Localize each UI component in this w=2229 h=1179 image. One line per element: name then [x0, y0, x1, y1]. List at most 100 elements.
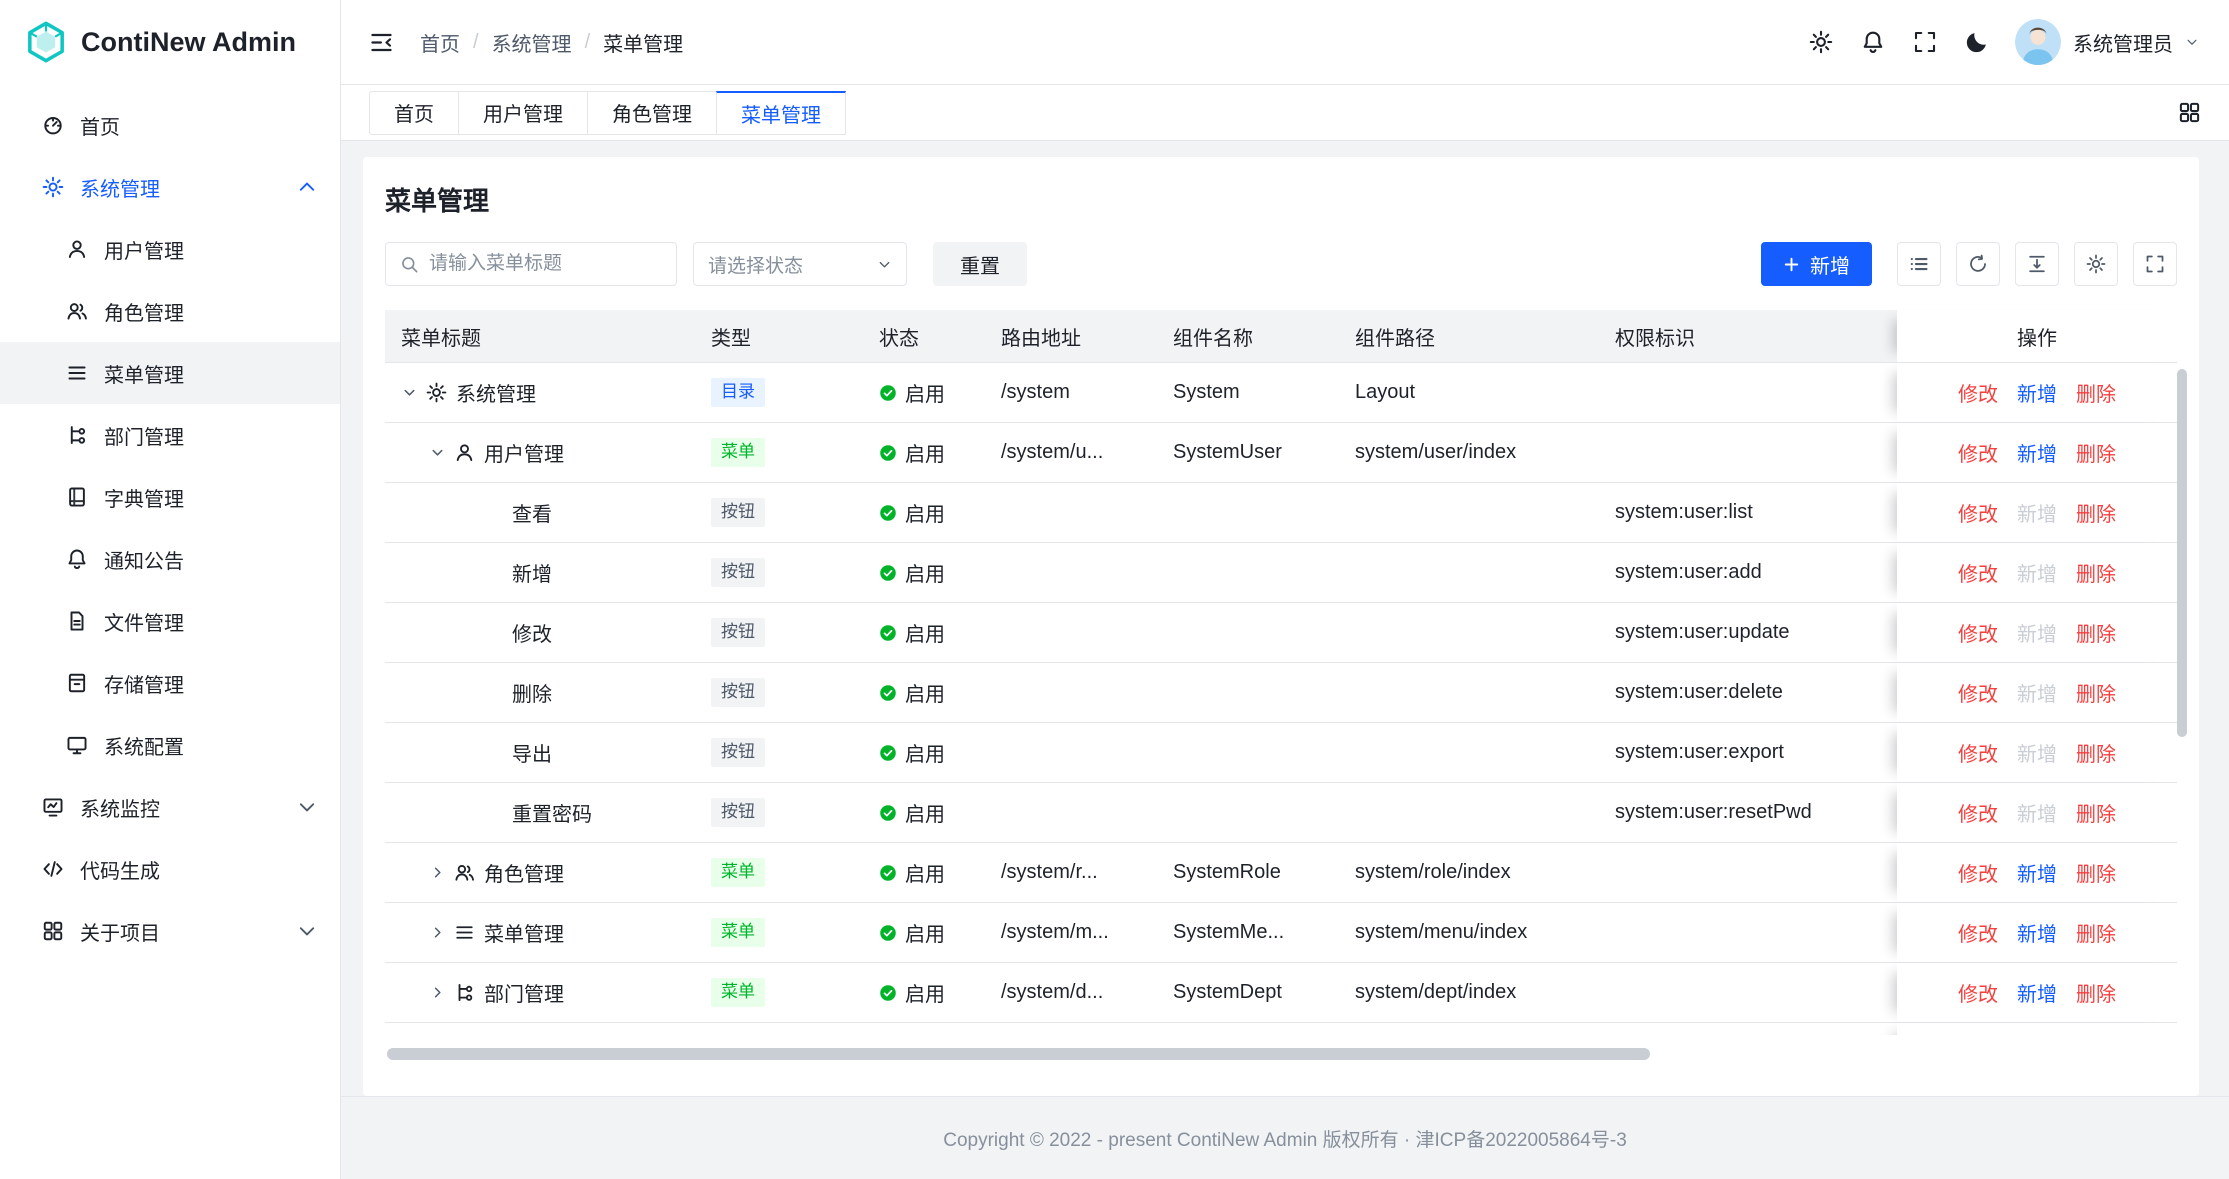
- breadcrumb-item-menu[interactable]: 菜单管理: [603, 28, 683, 57]
- add-link[interactable]: 新增: [2017, 918, 2057, 947]
- tab-role[interactable]: 角色管理: [587, 91, 717, 135]
- edit-link[interactable]: 修改: [1958, 738, 1998, 767]
- sidebar-item-user[interactable]: 用户管理: [0, 218, 340, 280]
- add-link[interactable]: 新增: [2017, 558, 2057, 587]
- edit-link[interactable]: 修改: [1958, 978, 1998, 1007]
- add-button[interactable]: 新增: [1761, 242, 1872, 286]
- component-path-cell: Layout: [1339, 363, 1599, 422]
- fullscreen-icon[interactable]: [1913, 30, 1937, 54]
- main: 首页/系统管理/菜单管理 系统管理员 首页用户管理角色管理菜单管理 菜单管理: [341, 0, 2229, 1179]
- permission-cell: system:user:add: [1599, 543, 1897, 602]
- caret-right-icon[interactable]: [429, 924, 446, 941]
- check-circle-icon: [879, 504, 897, 522]
- edit-link[interactable]: 修改: [1958, 918, 1998, 947]
- menu-title-cell: 菜单管理: [385, 903, 695, 962]
- delete-link[interactable]: 删除: [2076, 438, 2116, 467]
- tab-user[interactable]: 用户管理: [458, 91, 588, 135]
- sidebar-item-label: 用户管理: [104, 235, 184, 264]
- breadcrumb-item-system[interactable]: 系统管理: [492, 28, 572, 57]
- caret-down-icon[interactable]: [429, 444, 446, 461]
- delete-link[interactable]: 删除: [2076, 918, 2116, 947]
- edit-link[interactable]: 修改: [1958, 798, 1998, 827]
- storage-icon: [66, 672, 88, 694]
- sidebar-item-menu[interactable]: 菜单管理: [0, 342, 340, 404]
- edit-link[interactable]: 修改: [1958, 378, 1998, 407]
- sidebar-item-system[interactable]: 系统管理: [0, 156, 340, 218]
- logo[interactable]: ContiNew Admin: [0, 0, 340, 84]
- status-select[interactable]: 请选择状态: [693, 242, 907, 286]
- type-cell: 目录: [695, 363, 863, 422]
- edit-link[interactable]: 修改: [1958, 678, 1998, 707]
- edit-link[interactable]: 修改: [1958, 558, 1998, 587]
- permission-cell: [1599, 363, 1897, 422]
- expand-all-button[interactable]: [2015, 242, 2059, 286]
- sidebar-item-about[interactable]: 关于项目: [0, 900, 340, 962]
- horizontal-scrollbar[interactable]: [387, 1048, 1650, 1060]
- sidebar-item-home[interactable]: 首页: [0, 94, 340, 156]
- component-name-cell: System: [1157, 363, 1339, 422]
- delete-link[interactable]: 删除: [2076, 378, 2116, 407]
- bell-icon[interactable]: [1861, 30, 1885, 54]
- menu-title: 导出: [512, 738, 552, 767]
- sidebar-item-codegen[interactable]: 代码生成: [0, 838, 340, 900]
- route-cell: /system: [985, 363, 1157, 422]
- add-link[interactable]: 新增: [2017, 978, 2057, 1007]
- reset-button[interactable]: 重置: [933, 242, 1027, 286]
- add-link[interactable]: 新增: [2017, 498, 2057, 527]
- sidebar-item-dict[interactable]: 字典管理: [0, 466, 340, 528]
- list-view-button[interactable]: [1897, 242, 1941, 286]
- menu-fold-icon[interactable]: [369, 30, 394, 55]
- edit-link[interactable]: 修改: [1958, 858, 1998, 887]
- delete-link[interactable]: 删除: [2076, 738, 2116, 767]
- table-row: 系统管理目录启用/systemSystemLayout修改新增删除: [385, 363, 2177, 423]
- sidebar-item-storage[interactable]: 存储管理: [0, 652, 340, 714]
- tab-menu[interactable]: 菜单管理: [716, 91, 846, 135]
- caret-down-icon[interactable]: [401, 384, 418, 401]
- table-fullscreen-button[interactable]: [2133, 242, 2177, 286]
- status-label: 启用: [905, 378, 945, 407]
- vertical-scrollbar[interactable]: [2177, 369, 2187, 737]
- add-link[interactable]: 新增: [2017, 378, 2057, 407]
- permission-cell: [1599, 903, 1897, 962]
- caret-right-icon[interactable]: [429, 984, 446, 1001]
- delete-link[interactable]: 删除: [2076, 498, 2116, 527]
- sidebar-item-config[interactable]: 系统配置: [0, 714, 340, 776]
- add-link[interactable]: 新增: [2017, 738, 2057, 767]
- moon-icon[interactable]: [1965, 30, 1989, 54]
- tab-home[interactable]: 首页: [369, 91, 459, 135]
- search-input[interactable]: [429, 253, 662, 275]
- add-link[interactable]: 新增: [2017, 438, 2057, 467]
- delete-link[interactable]: 删除: [2076, 858, 2116, 887]
- refresh-button[interactable]: [1956, 242, 2000, 286]
- delete-link[interactable]: 删除: [2076, 798, 2116, 827]
- delete-link[interactable]: 删除: [2076, 978, 2116, 1007]
- delete-link[interactable]: 删除: [2076, 618, 2116, 647]
- edit-link[interactable]: 修改: [1958, 498, 1998, 527]
- settings-icon[interactable]: [1809, 30, 1833, 54]
- user-menu[interactable]: 系统管理员: [2015, 19, 2199, 65]
- caret-right-icon[interactable]: [429, 864, 446, 881]
- add-link[interactable]: 新增: [2017, 858, 2057, 887]
- component-name-cell: SystemMe...: [1157, 903, 1339, 962]
- edit-link[interactable]: 修改: [1958, 438, 1998, 467]
- status-cell: 启用: [863, 783, 985, 842]
- add-link[interactable]: 新增: [2017, 798, 2057, 827]
- logo-icon: [24, 20, 68, 64]
- sidebar-item-dept[interactable]: 部门管理: [0, 404, 340, 466]
- status-select-value: 请选择状态: [708, 251, 803, 278]
- sidebar-item-monitor[interactable]: 系统监控: [0, 776, 340, 838]
- sidebar-item-file[interactable]: 文件管理: [0, 590, 340, 652]
- delete-link[interactable]: 删除: [2076, 678, 2116, 707]
- edit-link[interactable]: 修改: [1958, 618, 1998, 647]
- delete-link[interactable]: 删除: [2076, 558, 2116, 587]
- add-link[interactable]: 新增: [2017, 678, 2057, 707]
- apps-grid-icon[interactable]: [2178, 101, 2201, 124]
- copyright-text: Copyright © 2022 - present ContiNew Admi…: [943, 1125, 1627, 1152]
- check-circle-icon: [879, 864, 897, 882]
- add-link[interactable]: 新增: [2017, 618, 2057, 647]
- column-settings-button[interactable]: [2074, 242, 2118, 286]
- sidebar-item-role[interactable]: 角色管理: [0, 280, 340, 342]
- sidebar-item-notice[interactable]: 通知公告: [0, 528, 340, 590]
- route-cell: [985, 483, 1157, 542]
- breadcrumb-item-home[interactable]: 首页: [420, 28, 460, 57]
